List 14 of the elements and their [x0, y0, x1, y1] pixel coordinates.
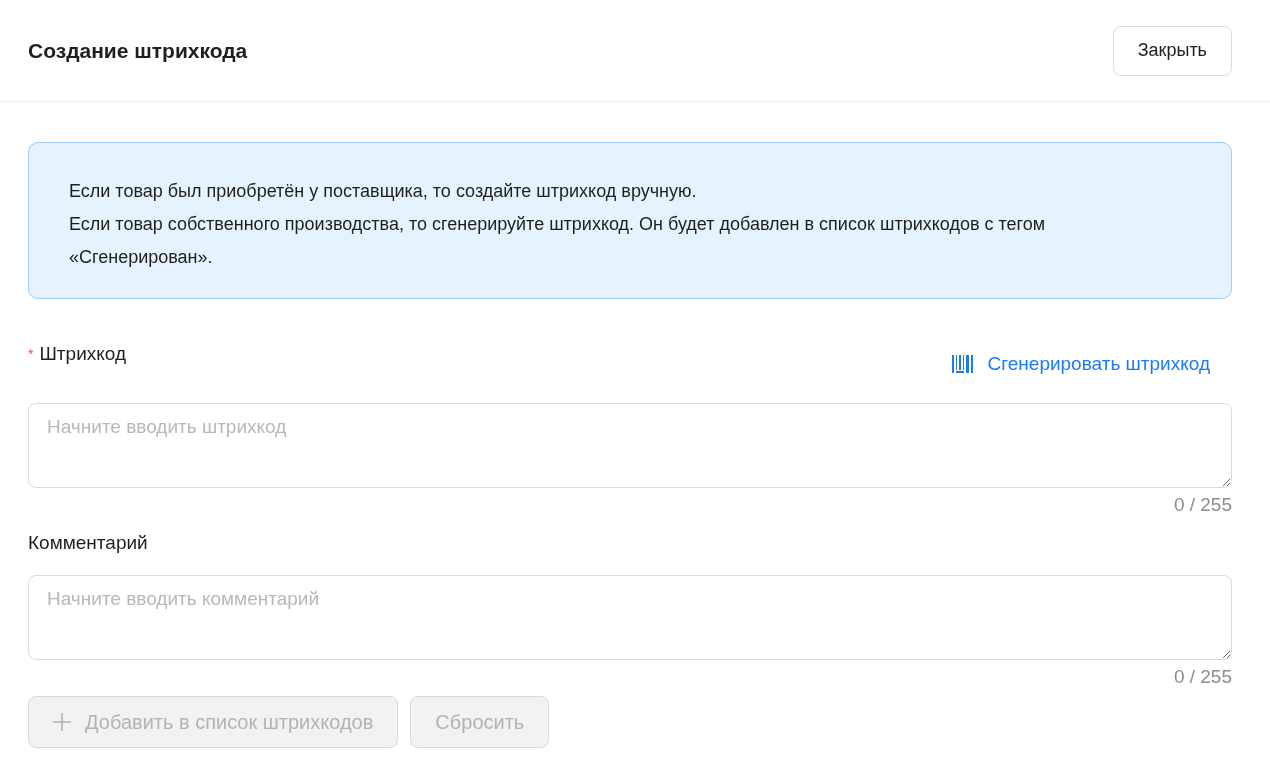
plus-icon	[53, 713, 71, 731]
text-area-field[interactable]: Начните вводить штрихкод	[28, 403, 1232, 488]
barcode-icon	[951, 355, 974, 373]
text-area-field[interactable]: Начните вводить комментарий	[28, 575, 1232, 660]
character-counter: 0 / 255	[1173, 494, 1232, 516]
close-button[interactable]: Закрыть	[1112, 25, 1232, 76]
character-counter: 0 / 255	[1173, 666, 1232, 688]
info-text: Если товар был приобретён у поставщика, то создайте штрихкод вручную.	[69, 180, 698, 203]
field-label: Штрихкод	[39, 343, 126, 365]
info-text: Если товар собственного производства, то сгенерируйте штрихкод. Он будет добавлен в список штрихкодов с тегом «Сгенерирован».	[69, 213, 1047, 269]
generate-barcode-link[interactable]: Сгенерировать штрихкод	[951, 353, 1210, 375]
field-label: Комментарий	[28, 532, 148, 554]
required-mark: *	[28, 346, 34, 362]
dialog-title: Создание штрихкода	[28, 38, 248, 63]
